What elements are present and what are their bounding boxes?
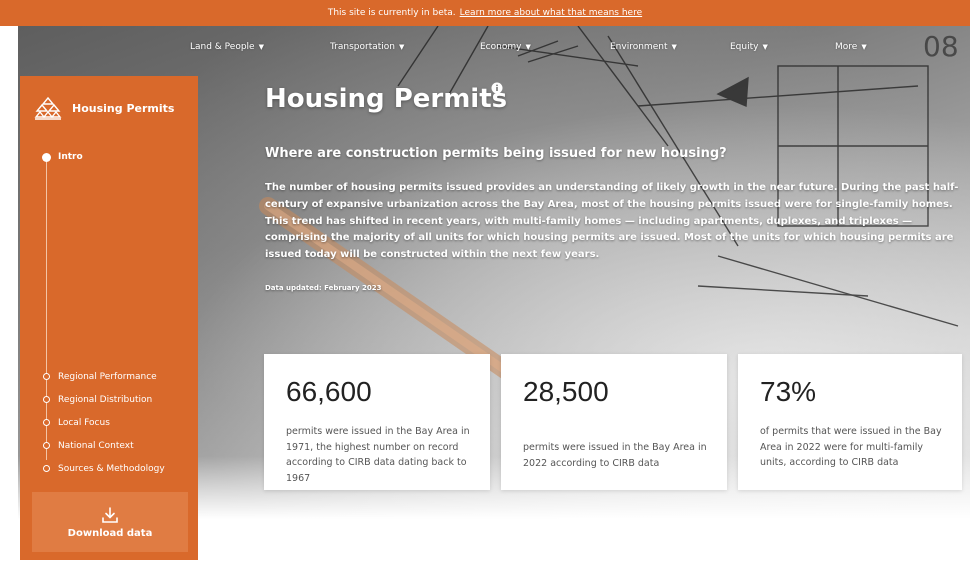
- sidebar-title: Housing Permits: [72, 101, 175, 115]
- nav-item-transportation[interactable]: Transportation ▼: [330, 42, 404, 52]
- sidebar-marker: [43, 373, 50, 380]
- stat-card: 66,600 permits were issued in the Bay Ar…: [264, 354, 490, 490]
- sidebar-item-intro[interactable]: Intro: [58, 152, 83, 162]
- sidebar-header: Housing Permits: [34, 96, 174, 120]
- stat-description: permits were issued in the Bay Area in 1…: [286, 426, 470, 484]
- stat-description: permits were issued in the Bay Area in 2…: [523, 442, 707, 469]
- nav-item-equity[interactable]: Equity ▼: [730, 42, 768, 52]
- nav-item-label: Land & People: [190, 42, 255, 52]
- stat-card: 28,500 permits were issued in the Bay Ar…: [501, 354, 727, 490]
- stat-value: 73%: [760, 376, 817, 407]
- chevron-down-icon: ▼: [861, 43, 867, 51]
- beta-banner: This site is currently in beta. Learn mo…: [0, 0, 970, 26]
- housing-icon: [34, 96, 62, 120]
- chevron-down-icon: ▼: [671, 43, 677, 51]
- sidebar-item-national-context[interactable]: National Context: [58, 441, 134, 451]
- chevron-down-icon: ▼: [399, 43, 405, 51]
- nav-item-economy[interactable]: Economy ▼: [480, 42, 531, 52]
- sidebar-marker: [43, 419, 50, 426]
- info-icon[interactable]: [491, 82, 503, 94]
- page-title: Housing Permits: [265, 84, 508, 114]
- chevron-down-icon: ▼: [258, 43, 264, 51]
- stat-value: 28,500: [523, 376, 609, 407]
- stat-card: 73% of permits that were issued in the B…: [738, 354, 962, 490]
- sidebar-progress-line: [46, 160, 47, 460]
- download-data-label: Download data: [67, 527, 153, 539]
- nav-item-more[interactable]: More ▼: [835, 42, 867, 52]
- nav-item-label: Equity: [730, 42, 759, 52]
- page-subtitle: Where are construction permits being iss…: [265, 146, 727, 161]
- main-nav: Land & People ▼ Transportation ▼ Economy ▼ …: [0, 42, 970, 60]
- download-icon: [102, 506, 118, 523]
- sidebar-marker: [43, 465, 50, 472]
- sidebar-marker: [43, 396, 50, 403]
- nav-item-land-people[interactable]: Land & People ▼: [190, 42, 264, 52]
- nav-item-label: Transportation: [330, 42, 395, 52]
- beta-learn-more-link[interactable]: Learn more about what that means here: [460, 8, 642, 18]
- stat-value: 66,600: [286, 376, 372, 407]
- sidebar-item-sources-methodology[interactable]: Sources & Methodology: [58, 464, 165, 474]
- nav-item-label: Environment: [610, 42, 668, 52]
- sidebar-marker: [43, 442, 50, 449]
- nav-item-environment[interactable]: Environment ▼: [610, 42, 677, 52]
- sidebar-active-marker: [42, 153, 51, 162]
- download-data-button[interactable]: Download data: [32, 492, 188, 552]
- sidebar-item-regional-distribution[interactable]: Regional Distribution: [58, 395, 152, 405]
- sidebar: Housing Permits Intro Regional Performan…: [20, 76, 198, 560]
- beta-banner-text: This site is currently in beta.: [327, 8, 456, 18]
- sidebar-item-local-focus[interactable]: Local Focus: [58, 418, 110, 428]
- nav-item-label: Economy: [480, 42, 522, 52]
- sidebar-item-regional-performance[interactable]: Regional Performance: [58, 372, 157, 382]
- stat-description: of permits that were issued in the Bay A…: [760, 426, 942, 468]
- data-updated-text: Data updated: February 2023: [265, 284, 382, 292]
- intro-paragraph: The number of housing permits issued pro…: [265, 182, 959, 261]
- chevron-down-icon: ▼: [525, 43, 531, 51]
- nav-item-label: More: [835, 42, 858, 52]
- chevron-down-icon: ▼: [762, 43, 768, 51]
